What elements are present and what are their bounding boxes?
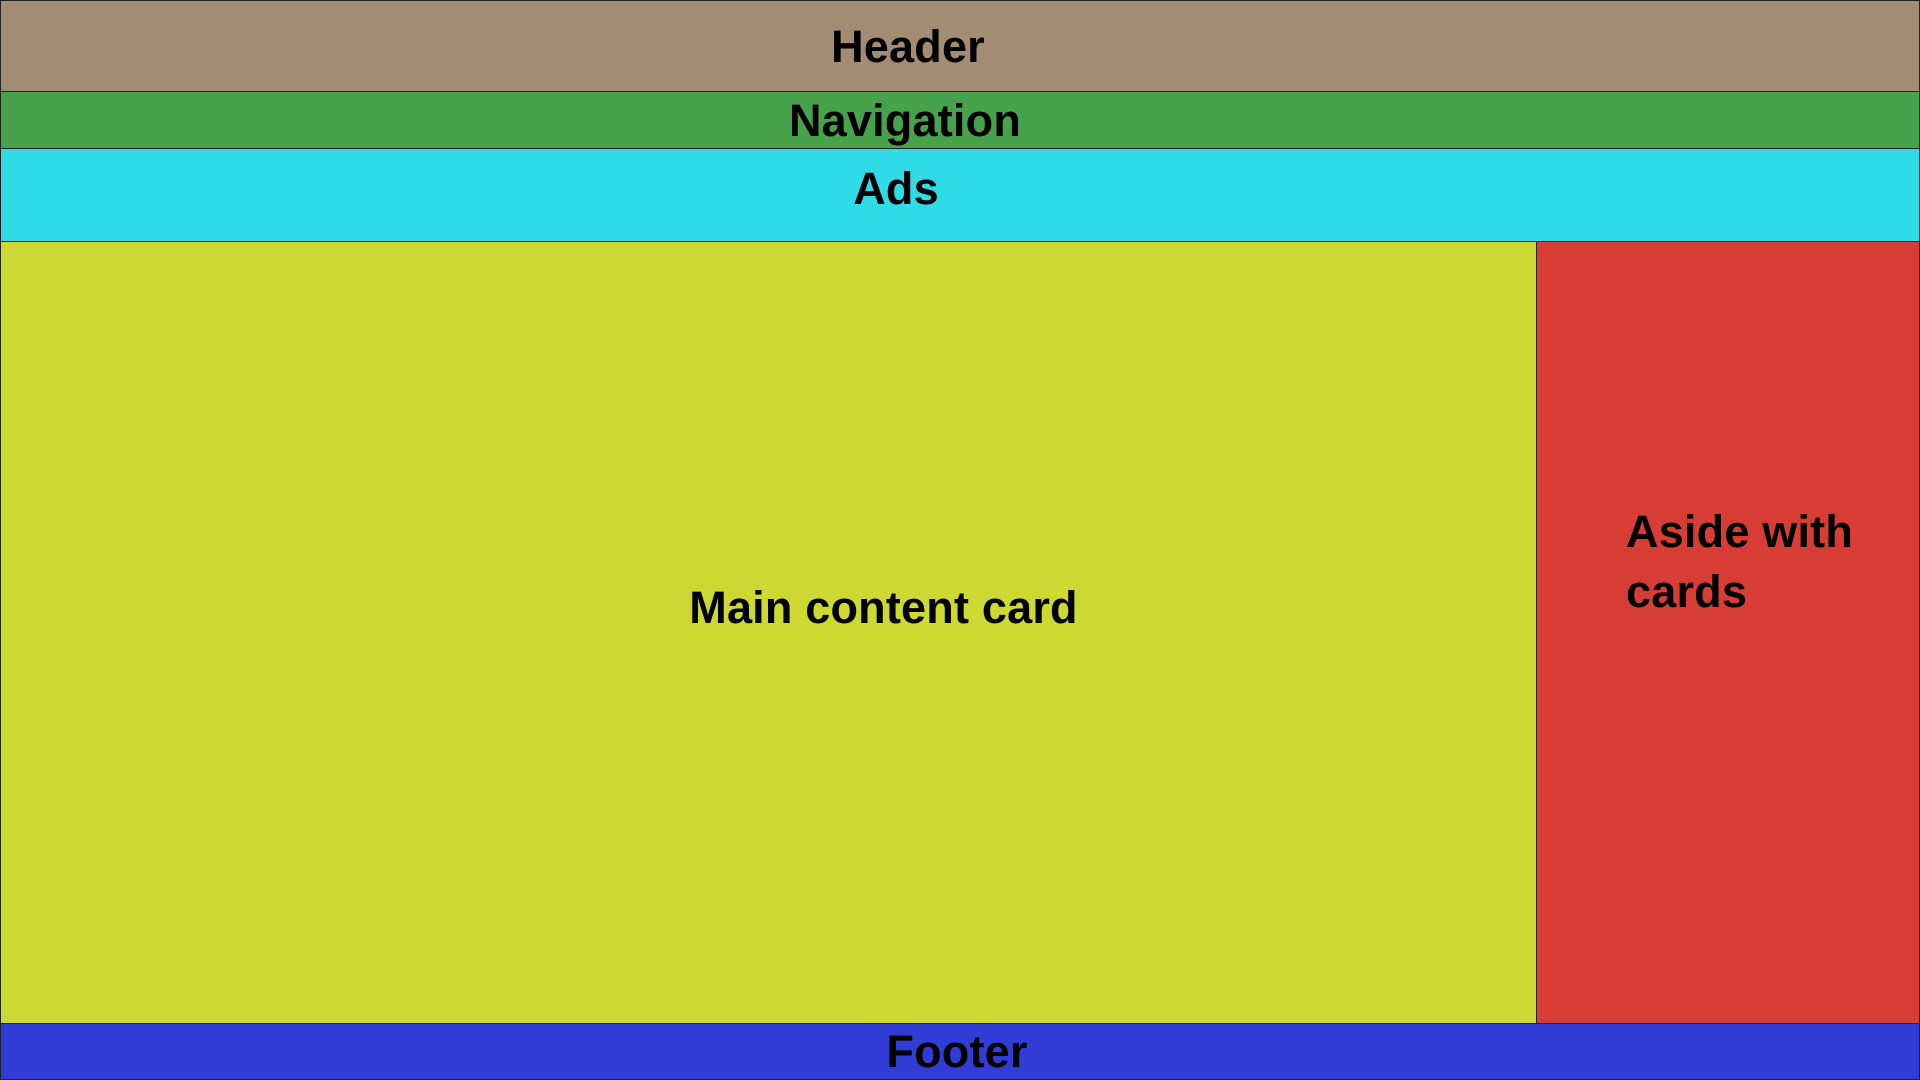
header-label: Header — [831, 20, 985, 72]
footer-label: Footer — [886, 1026, 1028, 1077]
navigation-region: Navigation — [0, 91, 1920, 149]
aside-label: Aside with cards — [1626, 505, 1854, 617]
aside-region: Aside with cards — [1536, 241, 1920, 1024]
layout-diagram: Header Navigation Ads Main content card … — [0, 0, 1920, 1080]
footer-region: Footer — [0, 1023, 1920, 1080]
main-content-region: Main content card — [0, 241, 1537, 1024]
ads-region: Ads — [0, 148, 1920, 242]
header-region: Header — [0, 0, 1920, 92]
main-content-label: Main content card — [689, 582, 1078, 633]
navigation-label: Navigation — [788, 94, 1022, 146]
ads-label: Ads — [853, 163, 939, 214]
